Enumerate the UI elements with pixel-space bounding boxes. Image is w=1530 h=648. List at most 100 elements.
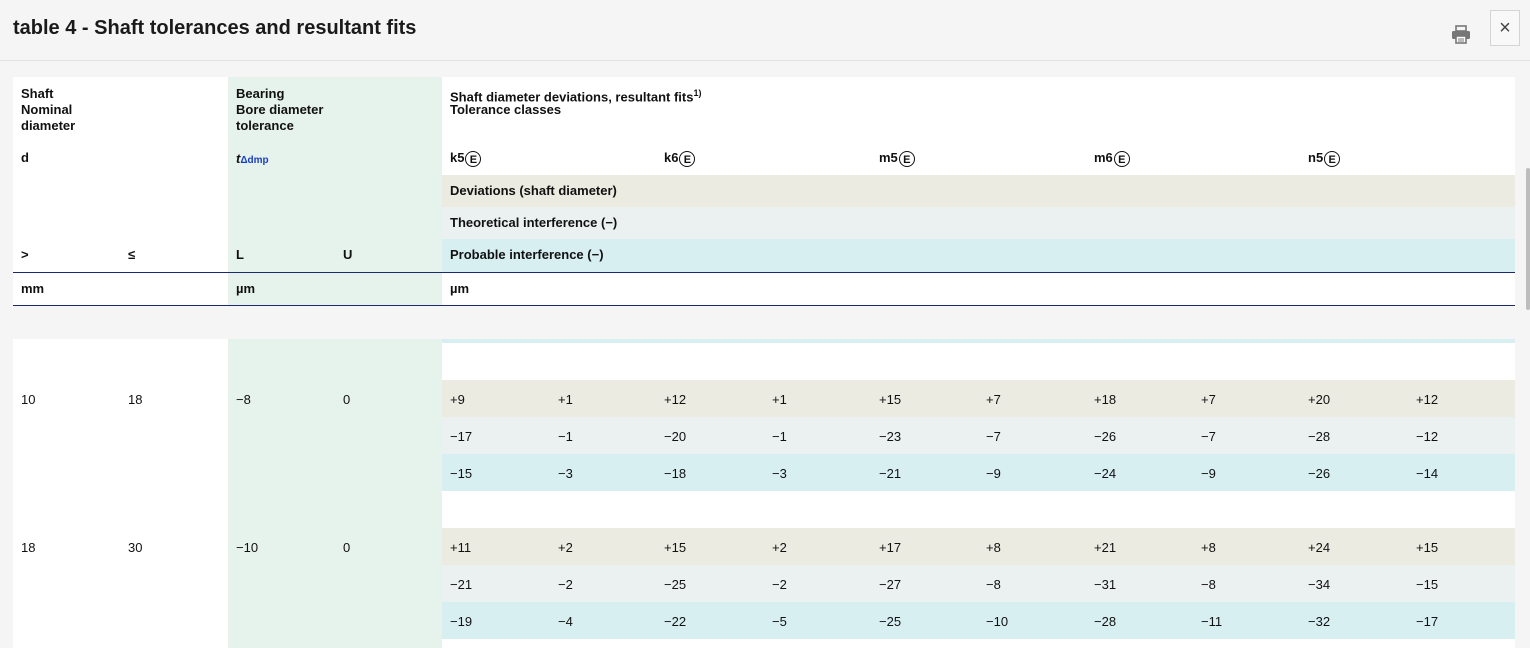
theoretical-label: Theoretical interference (−) <box>450 215 618 230</box>
row-1-theo-6: −7 <box>986 429 1001 444</box>
printer-icon <box>1452 25 1470 44</box>
shaft-label: Shaft <box>21 86 54 101</box>
row-1-deviations-band <box>442 380 1515 417</box>
unit-mm: mm <box>21 281 45 296</box>
row-1-theo-8: −7 <box>1201 429 1216 444</box>
row-1-prob-7: −24 <box>1094 466 1117 481</box>
row-1-probable-band <box>442 454 1515 491</box>
row-2-dev-9: +24 <box>1308 540 1331 555</box>
row-2-theoretical-band <box>442 565 1515 602</box>
row-2-dev-4: +2 <box>772 540 787 555</box>
class-name: n5 <box>1308 150 1324 165</box>
row-2-theo-7: −31 <box>1094 577 1117 592</box>
header-divider <box>13 272 1515 273</box>
row-2-dev-8: +8 <box>1201 540 1216 555</box>
circled-e-icon: E <box>465 150 482 167</box>
row-2-prob-4: −5 <box>772 614 787 629</box>
t-subscript: Δdmp <box>240 155 269 166</box>
class-name: m6 <box>1094 150 1113 165</box>
prob-band-top-edge <box>442 339 1515 343</box>
row-1-theo-1: −17 <box>450 429 473 444</box>
row-2-dev-1: +11 <box>450 540 472 555</box>
row-1-theo-3: −20 <box>664 429 687 444</box>
row-1-dev-2: +1 <box>558 392 573 407</box>
bearing-label: Bearing <box>236 86 285 101</box>
row-1-prob-9: −26 <box>1308 466 1331 481</box>
row-1-theo-7: −26 <box>1094 429 1117 444</box>
row-2-theo-4: −2 <box>772 577 787 592</box>
d-label: d <box>21 150 29 165</box>
row-2-prob-10: −17 <box>1416 614 1439 629</box>
row-2-theo-9: −34 <box>1308 577 1331 592</box>
row-1-dev-8: +7 <box>1201 392 1216 407</box>
row-1-theo-4: −1 <box>772 429 787 444</box>
class-m6: m6 E <box>1094 150 1130 167</box>
row-1-dev-1: +9 <box>450 392 465 407</box>
unit-um-deviations: µm <box>450 281 470 296</box>
footnote-ref: 1) <box>693 88 702 98</box>
row-1-theo-10: −12 <box>1416 429 1439 444</box>
class-name: k5 <box>450 150 465 165</box>
scrollbar-thumb[interactable] <box>1526 168 1530 310</box>
bore-label: Bore diameter <box>236 102 324 117</box>
row-2-prob-8: −11 <box>1201 614 1223 629</box>
header-bottom-rule <box>13 305 1515 306</box>
diameter-label: diameter <box>21 118 76 133</box>
row-1-theo-5: −23 <box>879 429 902 444</box>
tolerance-classes-label: Tolerance classes <box>450 102 562 117</box>
row-2-deviations-band <box>442 528 1515 565</box>
row-2-theo-10: −15 <box>1416 577 1439 592</box>
row-1-prob-5: −21 <box>879 466 902 481</box>
row-1-dev-4: +1 <box>772 392 787 407</box>
row-2-theo-5: −27 <box>879 577 902 592</box>
row-1-dev-9: +20 <box>1308 392 1331 407</box>
circled-e-icon: E <box>898 150 915 167</box>
dialog-header: table 4 - Shaft tolerances and resultant… <box>0 0 1530 61</box>
row-2-theo-6: −8 <box>986 577 1001 592</box>
row-2-prob-5: −25 <box>879 614 902 629</box>
unit-um-bearing: µm <box>236 281 256 296</box>
row-1-dev-3: +12 <box>664 392 687 407</box>
row-2-l: −10 <box>236 540 259 555</box>
close-icon: × <box>1499 16 1511 39</box>
close-button[interactable]: × <box>1490 10 1520 46</box>
gt-label: > <box>21 247 29 262</box>
tolerance-label: tolerance <box>236 118 294 133</box>
row-2-prob-1: −19 <box>450 614 473 629</box>
row-1-prob-8: −9 <box>1201 466 1216 481</box>
row-1-prob-4: −3 <box>772 466 787 481</box>
row-2-d-gt: 18 <box>21 540 36 555</box>
row-1-theo-9: −28 <box>1308 429 1331 444</box>
bearing-column-bg <box>228 339 442 648</box>
probable-label: Probable interference (−) <box>450 247 604 262</box>
row-2-theo-2: −2 <box>558 577 573 592</box>
nominal-label: Nominal <box>21 102 73 117</box>
table-header: Shaft Nominal diameter d Bearing Bore di… <box>13 77 1515 306</box>
le-label: ≤ <box>128 247 136 262</box>
row-2-prob-3: −22 <box>664 614 687 629</box>
row-2-theo-3: −25 <box>664 577 687 592</box>
row-1-dev-10: +12 <box>1416 392 1439 407</box>
row-1-prob-6: −9 <box>986 466 1001 481</box>
row-1-dev-6: +7 <box>986 392 1001 407</box>
l-label: L <box>236 247 244 262</box>
row-1-prob-3: −18 <box>664 466 687 481</box>
row-2-probable-band <box>442 602 1515 639</box>
row-1-prob-1: −15 <box>450 466 473 481</box>
row-1-d-le: 18 <box>128 392 143 407</box>
circled-e-icon: E <box>1324 150 1341 167</box>
row-2-prob-7: −28 <box>1094 614 1117 629</box>
row-2-dev-3: +15 <box>664 540 687 555</box>
row-2-dev-6: +8 <box>986 540 1001 555</box>
row-2-dev-7: +21 <box>1094 540 1117 555</box>
row-1-theoretical-band <box>442 417 1515 454</box>
circled-e-icon: E <box>679 150 696 167</box>
row-2-dev-5: +17 <box>879 540 902 555</box>
circled-e-icon: E <box>1113 150 1130 167</box>
table-body: 10 18 −8 0 +9 +1 +12 +1 +15 +7 +18 +7 +2… <box>13 339 1515 648</box>
row-2-d-le: 30 <box>128 540 143 555</box>
class-m5: m5 E <box>879 150 915 167</box>
print-button[interactable] <box>1450 25 1472 45</box>
row-1-theo-2: −1 <box>558 429 573 444</box>
row-1-dev-7: +18 <box>1094 392 1117 407</box>
